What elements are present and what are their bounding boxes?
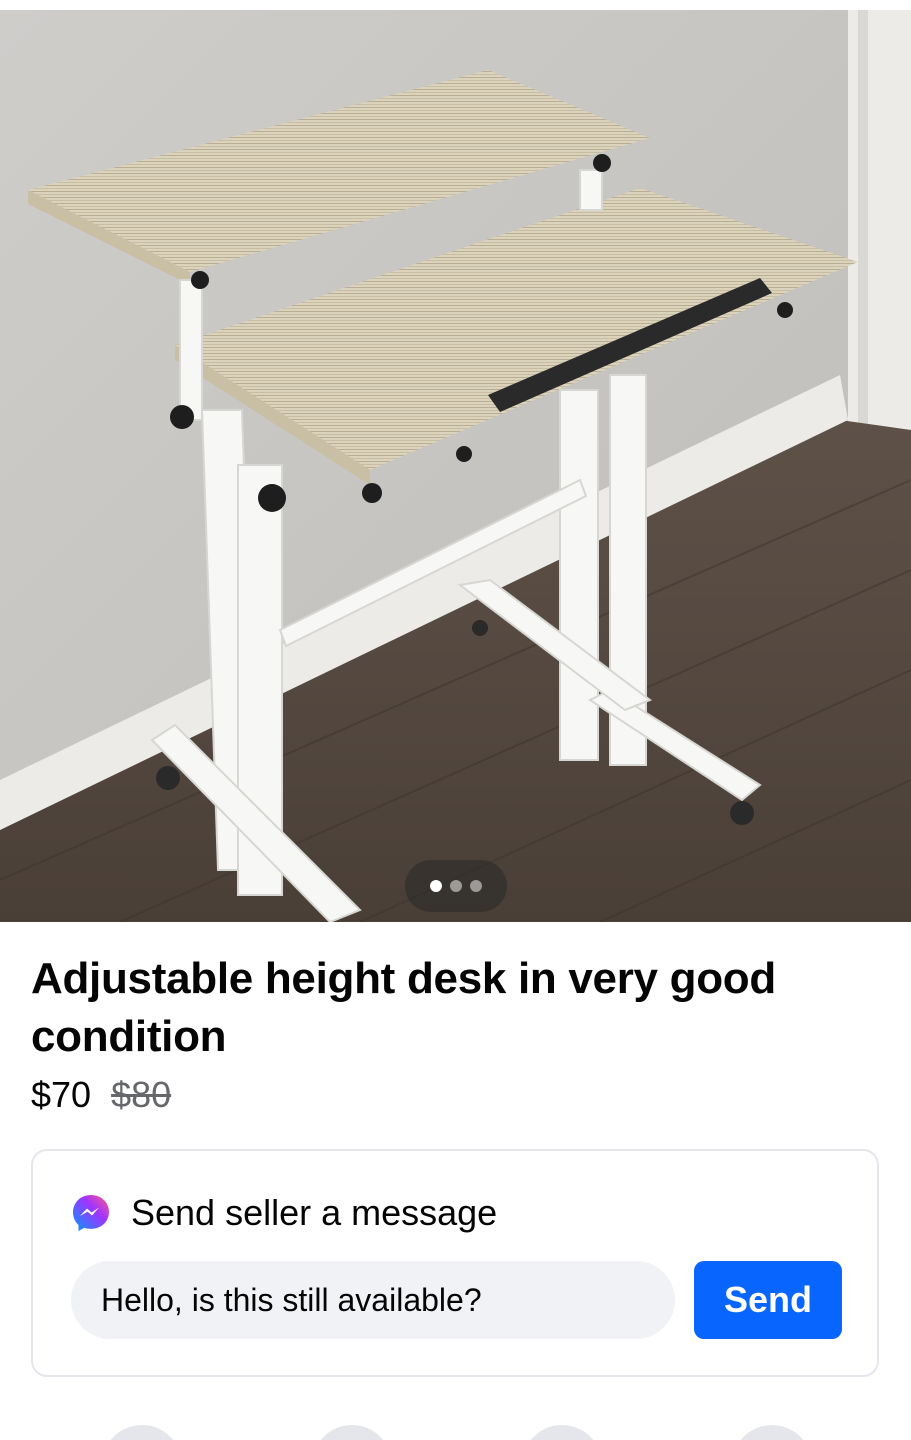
price-original: $80: [111, 1074, 172, 1115]
action-button-4[interactable]: [732, 1425, 812, 1440]
price-current: $70: [31, 1074, 92, 1115]
message-card-label: Send seller a message: [131, 1192, 498, 1233]
send-button[interactable]: Send: [694, 1261, 842, 1339]
action-button-3[interactable]: [522, 1425, 602, 1440]
marketplace-listing-page: Adjustable height desk in very good cond…: [0, 0, 911, 1440]
photo-pagination-dots[interactable]: [405, 860, 507, 912]
photo-dot-2[interactable]: [450, 880, 462, 892]
action-button-1[interactable]: [102, 1425, 182, 1440]
messenger-icon: [73, 1195, 109, 1231]
message-input[interactable]: [71, 1261, 675, 1339]
photo-dot-1[interactable]: [430, 880, 442, 892]
desk-photo-illustration: [0, 10, 911, 922]
send-seller-message-card: Send seller a message Send: [31, 1149, 879, 1377]
action-button-2[interactable]: [312, 1425, 392, 1440]
listing-price: $70 $80: [31, 1072, 171, 1118]
listing-title: Adjustable height desk in very good cond…: [31, 954, 776, 1061]
photo-dot-3[interactable]: [470, 880, 482, 892]
message-card-header: Send seller a message: [71, 1191, 497, 1235]
listing-photo[interactable]: [0, 10, 911, 922]
